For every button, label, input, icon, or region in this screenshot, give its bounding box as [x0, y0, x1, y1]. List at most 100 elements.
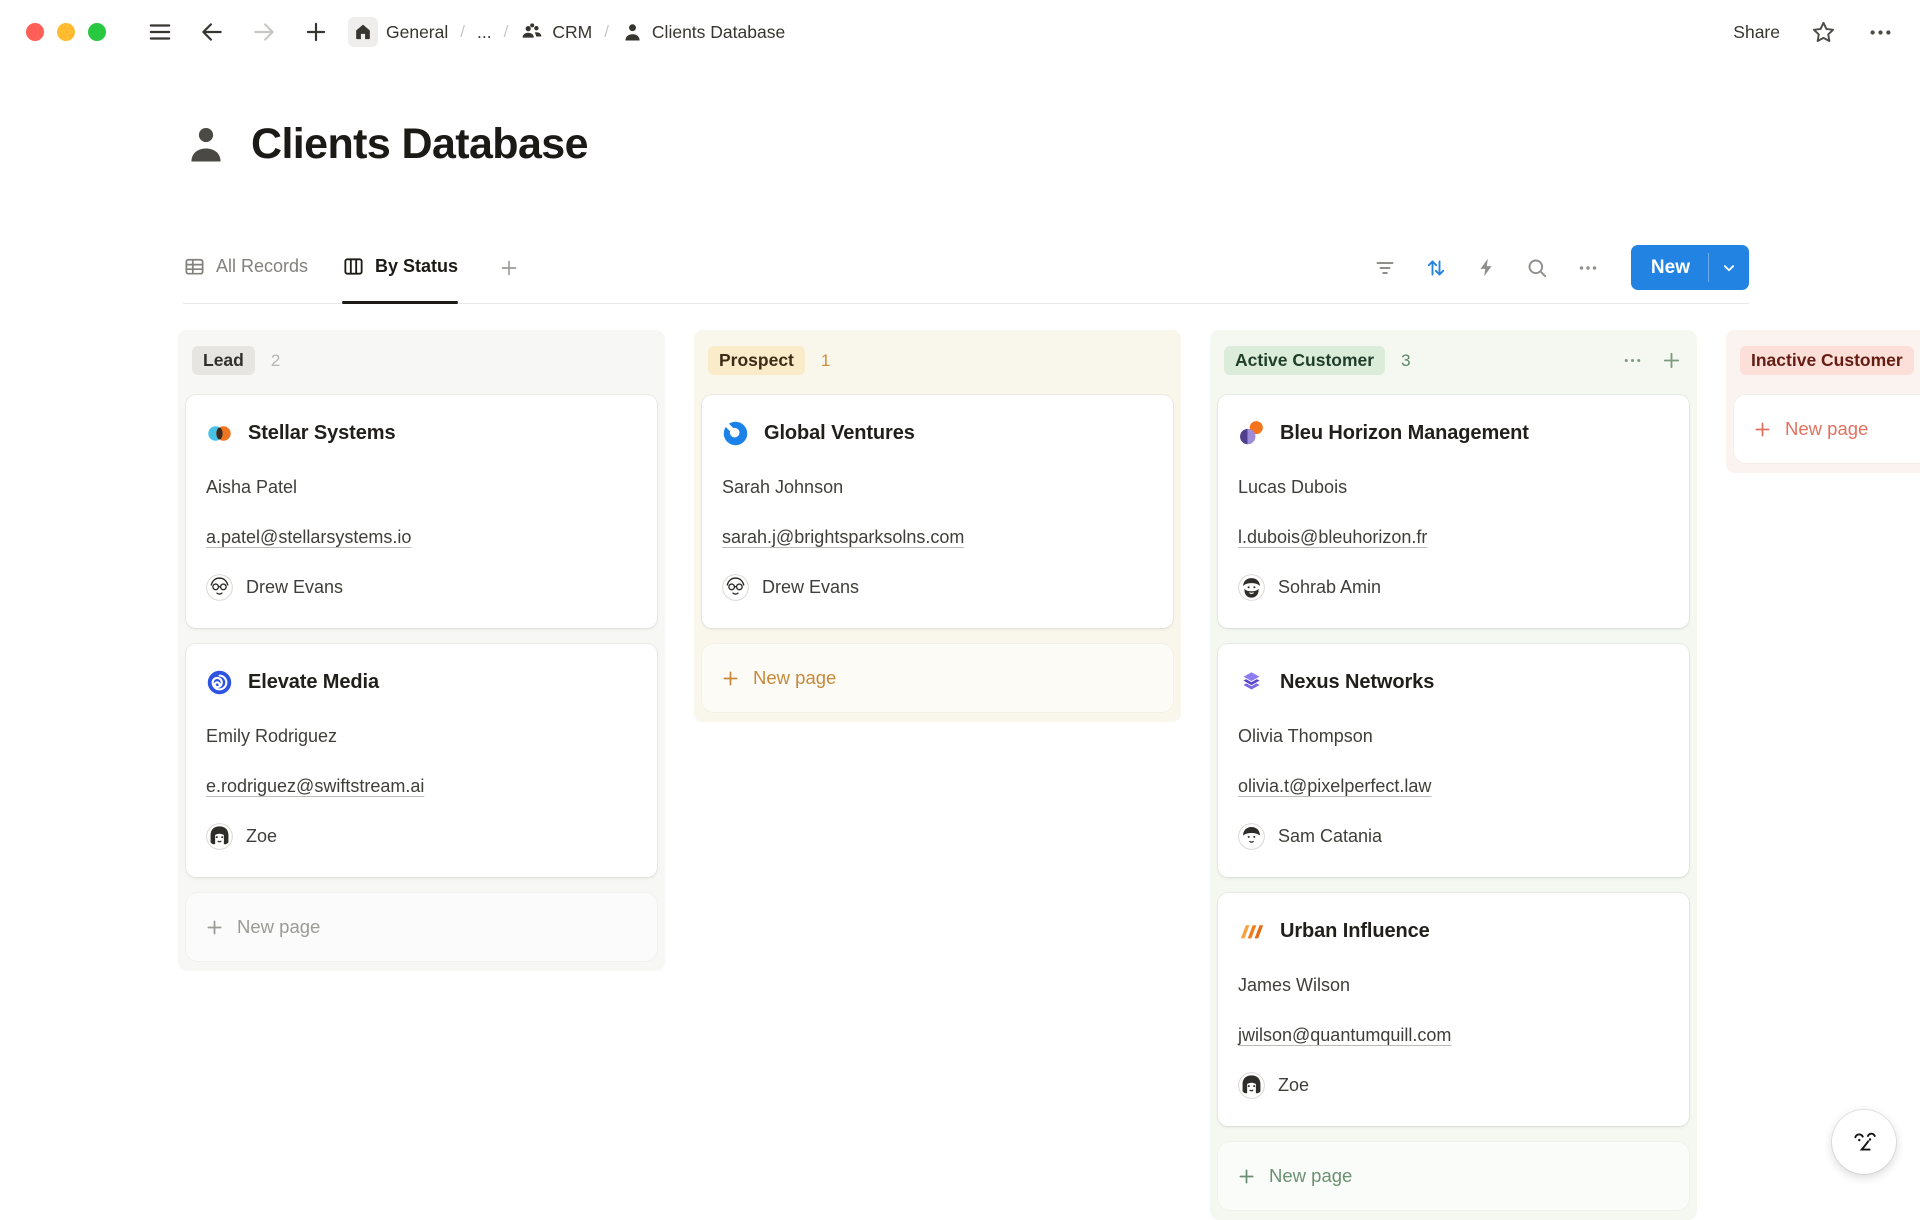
column-inactive-customer: Inactive Customer New page	[1726, 330, 1920, 473]
status-badge[interactable]: Inactive Customer	[1740, 346, 1914, 375]
plus-icon	[720, 668, 741, 689]
card-title: Global Ventures	[764, 422, 915, 445]
column-more-icon[interactable]	[1621, 349, 1644, 372]
breadcrumb-crm[interactable]: CRM	[520, 20, 592, 44]
bleu-horizon-logo-icon	[1238, 420, 1265, 447]
status-badge[interactable]: Active Customer	[1224, 346, 1385, 375]
plus-icon	[1752, 419, 1773, 440]
column-add-card-icon[interactable]	[1660, 349, 1683, 372]
traffic-lights	[26, 23, 106, 41]
card-owner-name: Zoe	[1278, 1075, 1309, 1096]
avatar-sohrab-amin	[1238, 574, 1265, 601]
plus-icon	[204, 917, 225, 938]
people-icon	[520, 20, 544, 44]
card-title: Elevate Media	[248, 671, 379, 694]
column-count: 3	[1401, 351, 1410, 371]
avatar-zoe	[1238, 1072, 1265, 1099]
breadcrumb-separator: /	[460, 22, 465, 42]
card-contact-name: Olivia Thompson	[1238, 726, 1669, 747]
card-owner-name: Drew Evans	[246, 577, 343, 598]
card-owner-name: Sam Catania	[1278, 826, 1382, 847]
page-title[interactable]: Clients Database	[251, 120, 588, 169]
nexus-networks-logo-icon	[1238, 669, 1265, 696]
new-page-button[interactable]: New page	[1734, 395, 1920, 463]
board-view-icon	[342, 255, 365, 278]
view-tabs-bar: All Records By Status New	[183, 232, 1749, 304]
card-owner-name: Sohrab Amin	[1278, 577, 1381, 598]
card-email-link[interactable]: a.patel@stellarsystems.io	[206, 527, 411, 548]
new-record-button[interactable]: New	[1631, 245, 1749, 290]
notion-ai-face-button[interactable]	[1832, 1110, 1896, 1174]
column-active-customer: Active Customer 3 Bleu Horizon Managemen…	[1210, 330, 1697, 1220]
card-contact-name: Emily Rodriguez	[206, 726, 637, 747]
automations-lightning-icon[interactable]	[1475, 256, 1498, 279]
card-global-ventures[interactable]: Global Ventures Sarah Johnson sarah.j@br…	[702, 395, 1173, 628]
new-page-button[interactable]: New page	[702, 644, 1173, 712]
breadcrumb: General / ... / CRM / Clients Database	[348, 17, 785, 47]
ai-face-icon	[1845, 1123, 1883, 1161]
forward-arrow-icon[interactable]	[250, 18, 278, 46]
card-title: Nexus Networks	[1280, 671, 1434, 694]
tab-by-status[interactable]: By Status	[342, 232, 458, 303]
column-count: 1	[821, 351, 830, 371]
view-options-icon[interactable]	[1576, 256, 1600, 280]
card-email-link[interactable]: l.dubois@bleuhorizon.fr	[1238, 527, 1427, 548]
chevron-down-icon[interactable]	[1709, 245, 1749, 290]
status-badge[interactable]: Prospect	[708, 346, 805, 375]
card-contact-name: James Wilson	[1238, 975, 1669, 996]
avatar-drew-evans	[722, 574, 749, 601]
card-email-link[interactable]: e.rodriguez@swiftstream.ai	[206, 776, 424, 797]
page-icon-person[interactable]	[183, 122, 229, 168]
card-title: Stellar Systems	[248, 422, 395, 445]
table-view-icon	[183, 255, 206, 278]
status-badge[interactable]: Lead	[192, 346, 255, 375]
card-email-link[interactable]: sarah.j@brightsparksolns.com	[722, 527, 964, 548]
breadcrumb-clients-database[interactable]: Clients Database	[621, 21, 785, 44]
card-title: Bleu Horizon Management	[1280, 422, 1529, 445]
card-nexus-networks[interactable]: Nexus Networks Olivia Thompson olivia.t@…	[1218, 644, 1689, 877]
breadcrumb-separator: /	[504, 22, 509, 42]
sidebar-menu-icon[interactable]	[146, 18, 174, 46]
global-ventures-logo-icon	[722, 420, 749, 447]
share-button[interactable]: Share	[1733, 22, 1780, 43]
column-prospect: Prospect 1 Global Ventures Sarah Johnson…	[694, 330, 1181, 722]
column-count: 2	[271, 351, 280, 371]
favorite-star-icon[interactable]	[1810, 19, 1837, 46]
avatar-drew-evans	[206, 574, 233, 601]
breadcrumb-collapsed[interactable]: ...	[477, 22, 492, 43]
card-contact-name: Sarah Johnson	[722, 477, 1153, 498]
card-email-link[interactable]: jwilson@quantumquill.com	[1238, 1025, 1451, 1046]
card-contact-name: Lucas Dubois	[1238, 477, 1669, 498]
filter-icon[interactable]	[1373, 256, 1397, 280]
card-bleu-horizon-management[interactable]: Bleu Horizon Management Lucas Dubois l.d…	[1218, 395, 1689, 628]
search-icon[interactable]	[1525, 256, 1549, 280]
kanban-board: Lead 2 Stellar Systems Aisha Patel a.pat…	[178, 330, 1920, 1220]
plus-icon	[1236, 1166, 1257, 1187]
breadcrumb-separator: /	[604, 22, 609, 42]
card-urban-influence[interactable]: Urban Influence James Wilson jwilson@qua…	[1218, 893, 1689, 1126]
back-arrow-icon[interactable]	[198, 18, 226, 46]
window-titlebar: General / ... / CRM / Clients Database S…	[0, 0, 1920, 64]
card-elevate-media[interactable]: Elevate Media Emily Rodriguez e.rodrigue…	[186, 644, 657, 877]
tab-all-records[interactable]: All Records	[183, 232, 308, 303]
stellar-systems-logo-icon	[206, 420, 233, 447]
add-view-icon[interactable]	[498, 232, 520, 303]
column-lead: Lead 2 Stellar Systems Aisha Patel a.pat…	[178, 330, 665, 971]
elevate-media-logo-icon	[206, 669, 233, 696]
zoom-window-button[interactable]	[88, 23, 106, 41]
minimize-window-button[interactable]	[57, 23, 75, 41]
card-contact-name: Aisha Patel	[206, 477, 637, 498]
home-icon	[348, 17, 378, 47]
more-options-icon[interactable]	[1867, 19, 1894, 46]
breadcrumb-general[interactable]: General	[348, 17, 448, 47]
sort-icon[interactable]	[1424, 256, 1448, 280]
close-window-button[interactable]	[26, 23, 44, 41]
card-email-link[interactable]: olivia.t@pixelperfect.law	[1238, 776, 1431, 797]
avatar-sam-catania	[1238, 823, 1265, 850]
new-tab-plus-icon[interactable]	[302, 18, 330, 46]
card-title: Urban Influence	[1280, 920, 1430, 943]
person-icon	[621, 21, 644, 44]
card-stellar-systems[interactable]: Stellar Systems Aisha Patel a.patel@stel…	[186, 395, 657, 628]
new-page-button[interactable]: New page	[186, 893, 657, 961]
avatar-zoe	[206, 823, 233, 850]
